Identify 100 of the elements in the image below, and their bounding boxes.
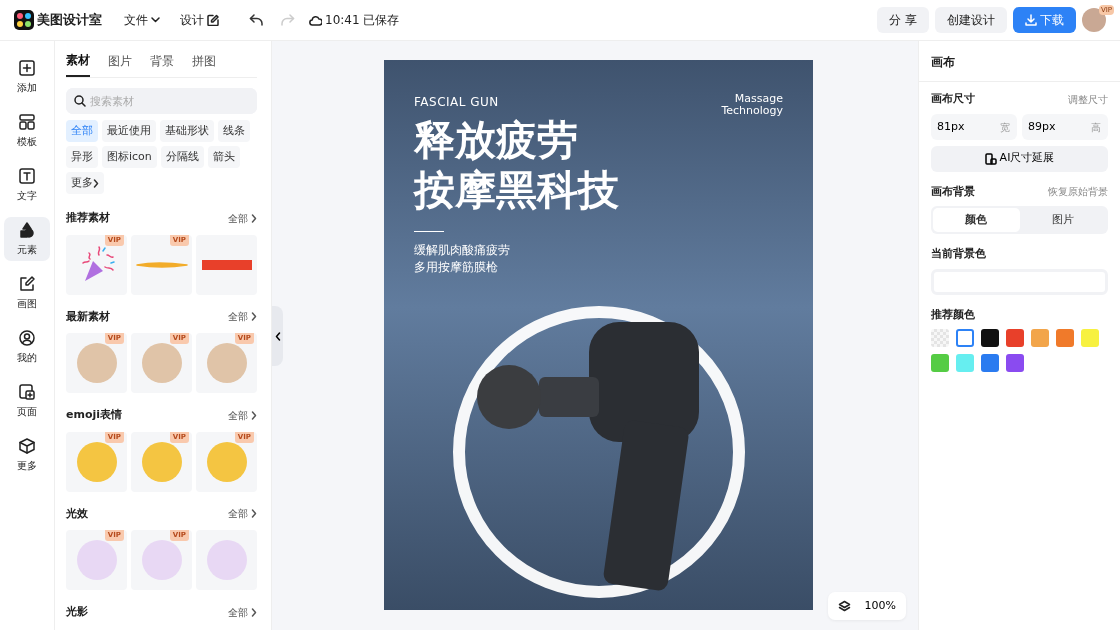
rectangle-icon <box>201 259 252 270</box>
segment-tab[interactable]: 颜色 <box>933 208 1020 232</box>
user-icon <box>18 329 36 347</box>
edit-icon <box>207 14 219 26</box>
poster-headline: 释放疲劳 按摩黑科技 <box>414 115 620 215</box>
section-title: 最新素材 <box>66 308 110 325</box>
color-swatch[interactable] <box>981 354 999 372</box>
transparent-swatch[interactable] <box>931 329 949 347</box>
color-swatch[interactable] <box>931 354 949 372</box>
caret-icon <box>151 17 160 23</box>
filter-chip[interactable]: 图标icon <box>102 146 157 168</box>
nav-item[interactable]: 我的 <box>4 325 50 369</box>
sticker-thumbnail[interactable] <box>196 530 257 590</box>
ai-resize-button[interactable]: AI尺寸延展 <box>931 145 1108 172</box>
photo-placeholder <box>76 343 117 383</box>
photo-placeholder <box>206 343 247 383</box>
chevron-right-icon <box>251 213 257 223</box>
panel-tab[interactable]: 素材 <box>66 51 90 77</box>
undo-icon[interactable] <box>249 14 263 26</box>
color-swatch[interactable] <box>1081 329 1099 347</box>
color-swatch[interactable] <box>956 354 974 372</box>
poster-tagline: Massage Technology <box>721 93 783 117</box>
chevron-right-icon <box>93 178 99 188</box>
nav-item[interactable]: 画图 <box>4 271 50 315</box>
unit-label: 高 <box>1091 120 1101 135</box>
filter-chip[interactable]: 异形 <box>66 146 98 168</box>
add-page-icon <box>18 383 36 401</box>
download-icon <box>1025 14 1037 26</box>
text-icon <box>18 167 36 185</box>
filter-chip[interactable]: 线条 <box>218 120 250 142</box>
template-icon <box>18 113 36 131</box>
panel-title: 画布 <box>919 41 1120 82</box>
section-title: 光效 <box>66 505 88 522</box>
filter-chip[interactable]: 分隔线 <box>160 146 204 168</box>
panel-tab[interactable]: 图片 <box>108 51 132 77</box>
chevron-right-icon <box>251 607 257 617</box>
section-label: 画布尺寸 <box>931 91 975 107</box>
glow-placeholder <box>206 540 247 580</box>
poster-subtitle: 缓解肌肉酸痛疲劳 多用按摩筋膜枪 <box>414 242 511 276</box>
see-all-link[interactable]: 全部 <box>228 506 257 522</box>
see-all-link[interactable]: 全部 <box>228 407 257 423</box>
color-swatch[interactable] <box>1031 329 1049 347</box>
file-menu[interactable]: 文件 <box>120 9 164 31</box>
filter-chip[interactable]: 基础形状 <box>160 120 214 142</box>
color-swatch[interactable] <box>1006 354 1024 372</box>
sticker-thumbnail[interactable] <box>196 234 257 295</box>
text-link[interactable]: 恢复原始背景 <box>1048 184 1108 200</box>
collapse-handle[interactable] <box>272 306 283 366</box>
photo-placeholder <box>141 343 182 383</box>
logo-icon <box>14 10 34 30</box>
brush-stroke-icon <box>134 259 189 270</box>
resize-icon <box>984 152 997 165</box>
emoji-placeholder <box>76 441 117 482</box>
chevron-right-icon <box>251 410 257 420</box>
cloud-icon <box>309 14 322 26</box>
panel-tab[interactable]: 背景 <box>150 51 174 77</box>
nav-item[interactable]: 页面 <box>4 379 50 423</box>
nav-item[interactable]: 模板 <box>4 109 50 153</box>
emoji-placeholder <box>141 441 182 482</box>
search-icon <box>74 95 86 107</box>
filter-chip[interactable]: 最近使用 <box>102 120 156 142</box>
nav-item[interactable]: 添加 <box>4 55 50 99</box>
action-button[interactable]: 创建设计 <box>935 7 1007 33</box>
poster-eyebrow: FASCIAL GUN <box>414 94 499 111</box>
draw-icon <box>18 275 36 293</box>
filter-chip[interactable]: 更多 <box>66 172 104 194</box>
chevron-right-icon <box>251 509 257 519</box>
see-all-link[interactable]: 全部 <box>228 604 257 620</box>
download-button[interactable]: 下载 <box>1013 7 1076 33</box>
section-title: emoji表情 <box>66 407 123 423</box>
see-all-link[interactable]: 全部 <box>228 210 257 226</box>
see-all-link[interactable]: 全部 <box>228 309 257 325</box>
nav-item[interactable]: 元素 <box>4 217 50 261</box>
layers-icon[interactable] <box>837 599 851 613</box>
chevron-right-icon <box>251 312 257 322</box>
chevron-left-icon <box>274 331 281 341</box>
section-label: 画布背景 <box>931 183 975 200</box>
section-label: 当前背景色 <box>931 246 986 262</box>
nav-item[interactable]: 文字 <box>4 163 50 207</box>
color-swatch[interactable] <box>956 329 974 347</box>
text-link[interactable]: 调整尺寸 <box>1068 91 1108 107</box>
panel-tab[interactable]: 拼图 <box>192 51 216 77</box>
action-button[interactable]: 分 享 <box>877 7 929 33</box>
save-status: 10:41 已保存 <box>325 12 400 29</box>
segment-tab[interactable]: 图片 <box>1019 208 1106 232</box>
color-swatch[interactable] <box>1006 329 1024 347</box>
emoji-placeholder <box>206 441 247 482</box>
color-swatch[interactable] <box>981 329 999 347</box>
shapes-icon <box>18 221 36 239</box>
nav-item[interactable]: 更多 <box>4 433 50 477</box>
color-swatch[interactable] <box>1056 329 1074 347</box>
filter-chip[interactable]: 箭头 <box>207 146 240 168</box>
glow-placeholder <box>76 540 117 580</box>
add-icon <box>18 59 36 77</box>
cube-icon <box>18 437 36 455</box>
glow-placeholder <box>141 540 182 580</box>
design-menu[interactable]: 设计 <box>176 9 223 31</box>
section-label: 推荐颜色 <box>931 306 975 323</box>
poster-rule <box>414 231 444 232</box>
app-title: 美图设计室 <box>37 11 102 30</box>
